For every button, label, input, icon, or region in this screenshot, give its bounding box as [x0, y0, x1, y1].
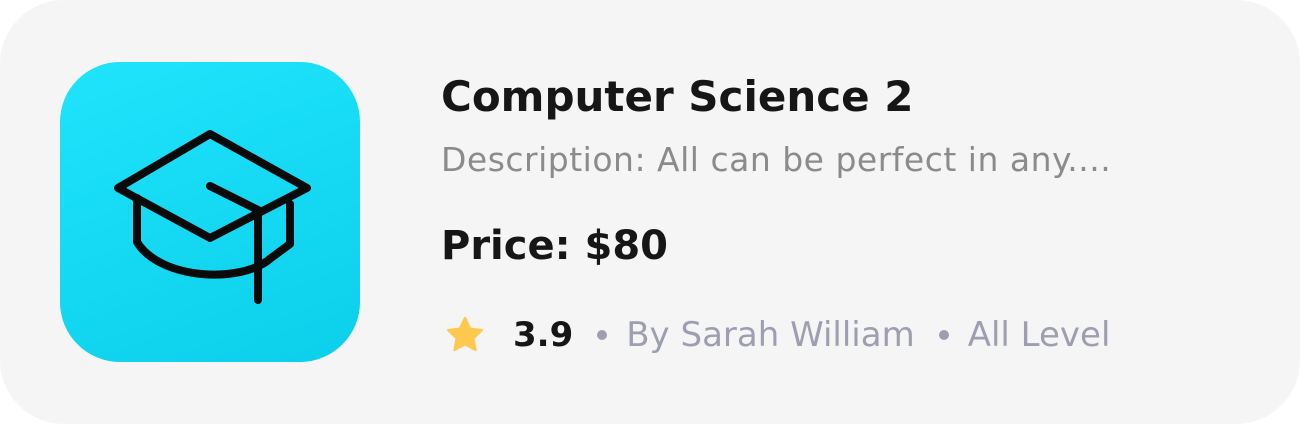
course-author: By Sarah William: [626, 315, 915, 355]
separator-dot: [938, 330, 949, 340]
course-price: Price: $80: [441, 223, 669, 269]
course-description: Description: All can be perfect in any..…: [441, 140, 1112, 179]
course-card[interactable]: Computer Science 2 Description: All can …: [0, 0, 1300, 424]
graduation-cap-icon: [114, 130, 311, 304]
separator-dot: [597, 330, 608, 340]
course-thumbnail: [60, 62, 360, 362]
course-meta: 3.9 By Sarah William All Level: [445, 310, 1110, 360]
course-rating: 3.9: [513, 315, 574, 355]
course-title: Computer Science 2: [441, 72, 914, 121]
star-icon: [447, 316, 483, 352]
course-level: All Level: [967, 315, 1111, 355]
